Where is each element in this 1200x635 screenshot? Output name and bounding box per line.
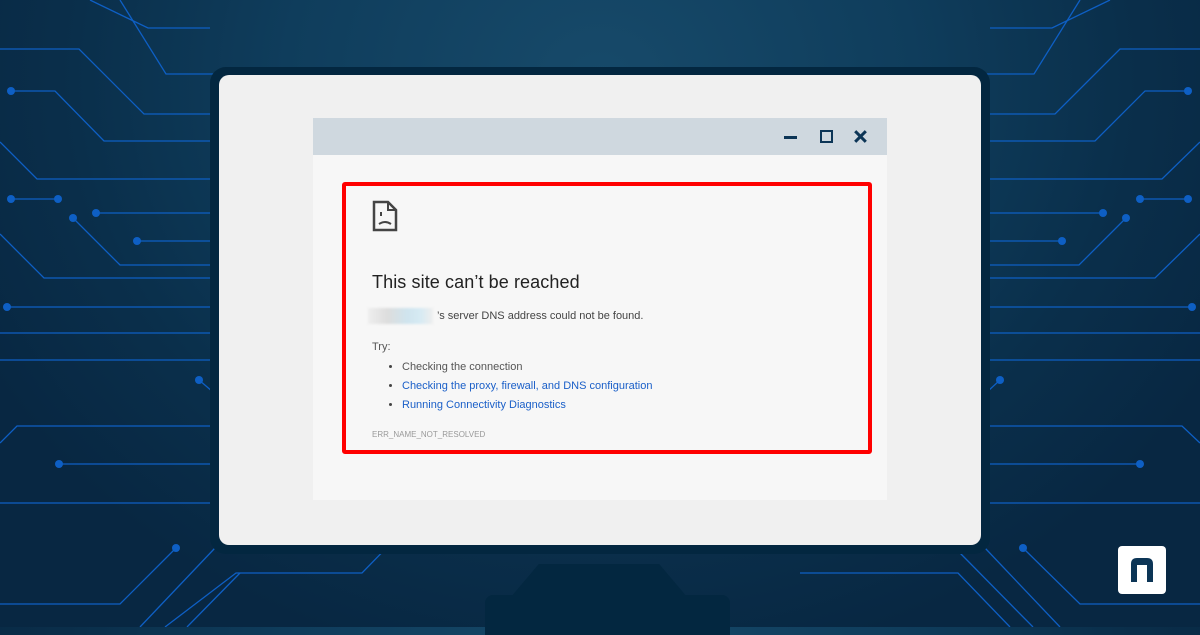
error-message: ’s server DNS address could not be found… [437, 310, 644, 322]
sad-page-icon [372, 200, 398, 232]
logo-letter-n [1131, 558, 1153, 582]
suggestion-check-proxy-link[interactable]: Checking the proxy, firewall, and DNS co… [402, 377, 652, 396]
try-label: Try: [372, 341, 391, 353]
monitor-stand-base [485, 595, 730, 635]
error-page: This site can’t be reached ’s server DNS… [346, 186, 868, 450]
ninjaone-logo-icon [1118, 546, 1166, 594]
suggestions-list: Checking the connection Checking the pro… [388, 358, 652, 415]
suggestion-check-connection: Checking the connection [402, 358, 652, 377]
redacted-domain [368, 308, 433, 324]
error-highlight-box: This site can’t be reached ’s server DNS… [342, 182, 872, 454]
error-title: This site can’t be reached [372, 272, 580, 292]
window-titlebar [313, 118, 887, 155]
maximize-icon[interactable] [816, 126, 836, 146]
suggestion-run-diagnostics-link[interactable]: Running Connectivity Diagnostics [402, 396, 652, 415]
error-code: ERR_NAME_NOT_RESOLVED [372, 430, 486, 439]
error-message-line: ’s server DNS address could not be found… [368, 308, 643, 324]
minimize-icon[interactable] [781, 126, 801, 146]
close-icon[interactable] [851, 126, 871, 146]
